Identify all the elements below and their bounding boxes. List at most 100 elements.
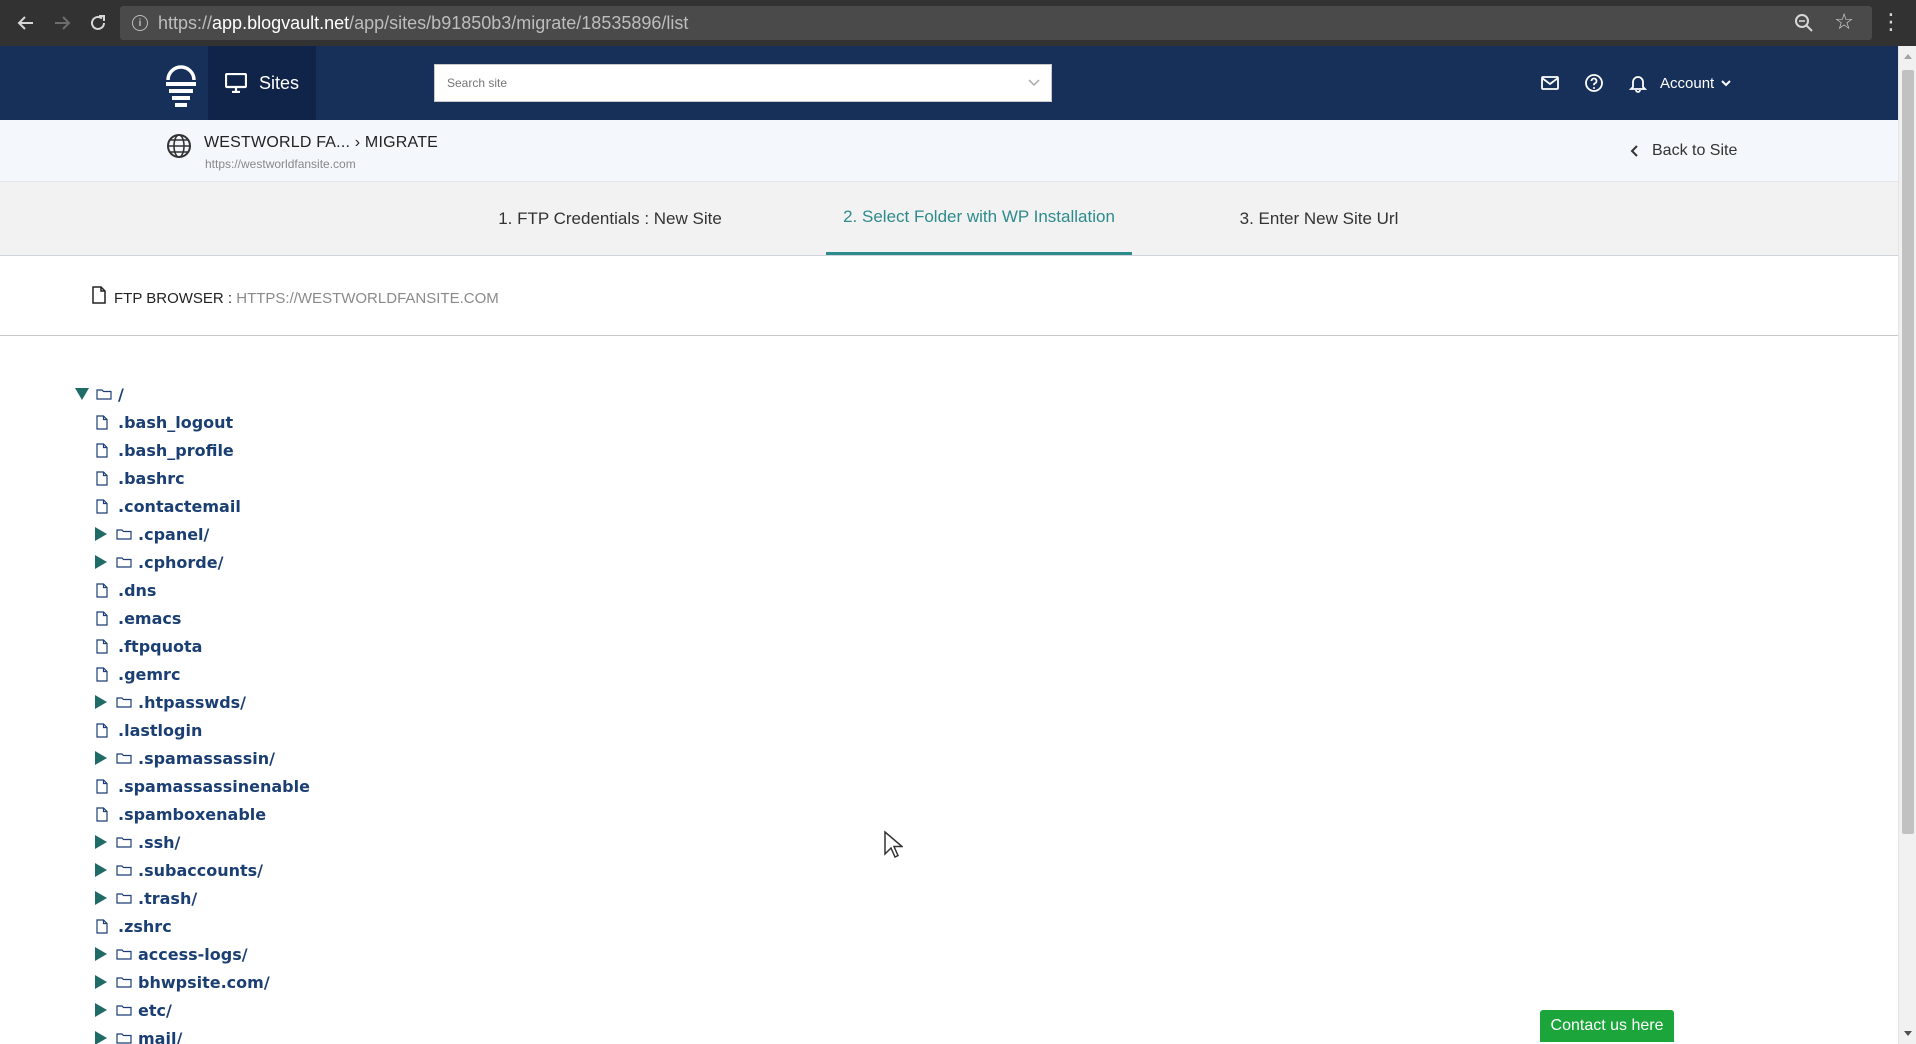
tree-item-name[interactable]: .lastlogin (118, 721, 202, 740)
address-bar[interactable]: i https://app.blogvault.net/app/sites/b9… (120, 6, 1872, 40)
collapsed-triangle-icon[interactable] (94, 750, 110, 766)
tree-file-row[interactable]: .zshrc (96, 914, 172, 938)
collapsed-triangle-icon[interactable] (94, 946, 110, 962)
tree-item-name[interactable]: .bash_logout (118, 413, 233, 432)
chevron-down-icon (1721, 80, 1731, 87)
tree-file-row[interactable]: .gemrc (96, 662, 180, 686)
tree-folder-row[interactable]: .ssh/ (94, 830, 180, 854)
tree-item-name[interactable]: .spamassassinenable (118, 777, 310, 796)
zoom-icon[interactable] (1794, 13, 1814, 33)
account-menu[interactable]: Account (1660, 75, 1732, 92)
tree-folder-row[interactable]: etc/ (94, 998, 172, 1022)
tree-folder-row[interactable]: mail/ (94, 1026, 182, 1044)
tree-item-name[interactable]: .ssh/ (138, 833, 180, 852)
breadcrumb: WESTWORLD FA... › MIGRATE https://westwo… (0, 120, 1898, 182)
tree-root-name[interactable]: / (118, 385, 124, 404)
tree-item-name[interactable]: .zshrc (118, 917, 172, 936)
forward-arrow-icon[interactable] (46, 7, 78, 39)
bookmark-star-icon[interactable]: ☆ (1834, 9, 1854, 35)
tree-item-name[interactable]: .contactemail (118, 497, 241, 516)
tree-item-name[interactable]: bhwpsite.com/ (138, 973, 270, 992)
collapsed-triangle-icon[interactable] (94, 1030, 110, 1044)
url-text[interactable]: https://app.blogvault.net/app/sites/b918… (158, 13, 688, 34)
tree-file-row[interactable]: .emacs (96, 606, 181, 630)
search-input[interactable] (435, 65, 995, 101)
tree-file-row[interactable]: .bash_profile (96, 438, 234, 462)
tree-item-name[interactable]: .bash_profile (118, 441, 234, 460)
tree-item-name[interactable]: mail/ (138, 1029, 182, 1044)
step-ftp-credentials[interactable]: 1. FTP Credentials : New Site (480, 182, 740, 255)
tree-item-name[interactable]: .spamassassin/ (138, 749, 275, 768)
step-select-folder[interactable]: 2. Select Folder with WP Installation (826, 182, 1132, 255)
tree-root[interactable]: / (74, 382, 124, 406)
account-label: Account (1660, 74, 1715, 92)
collapsed-triangle-icon[interactable] (94, 834, 110, 850)
tree-folder-row[interactable]: bhwpsite.com/ (94, 970, 270, 994)
collapsed-triangle-icon[interactable] (94, 694, 110, 710)
blogvault-logo-icon[interactable] (160, 58, 202, 108)
ftp-browser-header: FTP BROWSER : HTTPS://WESTWORLDFANSITE.C… (0, 256, 1898, 336)
chevron-left-icon (1630, 145, 1638, 157)
tree-item-name[interactable]: .emacs (118, 609, 181, 628)
sites-nav-tab[interactable]: Sites (208, 46, 316, 120)
collapsed-triangle-icon[interactable] (94, 862, 110, 878)
ftp-file-tree: / .bash_logout .bash_profile .bashrc .conta… (0, 336, 1898, 1044)
step-enter-new-site-url[interactable]: 3. Enter New Site Url (1212, 182, 1426, 255)
back-to-site-link[interactable]: Back to Site (1630, 142, 1737, 160)
tree-item-name[interactable]: .cphorde/ (138, 553, 223, 572)
tree-folder-row[interactable]: .cpanel/ (94, 522, 209, 546)
collapsed-triangle-icon[interactable] (94, 526, 110, 542)
scrollbar-thumb[interactable] (1902, 70, 1914, 834)
back-arrow-icon[interactable] (10, 7, 42, 39)
file-icon (96, 806, 112, 822)
browser-menu-icon[interactable]: ⋮ (1880, 10, 1902, 34)
reload-icon[interactable] (82, 7, 114, 39)
chevron-down-icon[interactable] (1027, 75, 1041, 89)
tree-file-row[interactable]: .spamboxenable (96, 802, 266, 826)
tree-file-row[interactable]: .bash_logout (96, 410, 233, 434)
tree-folder-row[interactable]: .cphorde/ (94, 550, 223, 574)
contact-us-button[interactable]: Contact us here (1540, 1010, 1674, 1042)
tree-item-name[interactable]: .trash/ (138, 889, 197, 908)
collapsed-triangle-icon[interactable] (94, 890, 110, 906)
tree-folder-row[interactable]: .htpasswds/ (94, 690, 246, 714)
tree-file-row[interactable]: .ftpquota (96, 634, 202, 658)
tree-file-row[interactable]: .spamassassinenable (96, 774, 310, 798)
migration-steps: 1. FTP Credentials : New Site 2. Select … (0, 182, 1898, 256)
file-icon (96, 414, 112, 430)
breadcrumb-title[interactable]: WESTWORLD FA... › MIGRATE (204, 134, 438, 152)
bell-icon[interactable] (1628, 73, 1648, 93)
info-icon[interactable]: i (132, 15, 148, 31)
tree-folder-row[interactable]: .spamassassin/ (94, 746, 275, 770)
tree-file-row[interactable]: .dns (96, 578, 156, 602)
tree-item-name[interactable]: .ftpquota (118, 637, 202, 656)
tree-item-name[interactable]: .subaccounts/ (138, 861, 263, 880)
scroll-down-icon[interactable] (1903, 1030, 1913, 1038)
collapsed-triangle-icon[interactable] (94, 554, 110, 570)
collapsed-triangle-icon[interactable] (94, 974, 110, 990)
tree-folder-row[interactable]: .trash/ (94, 886, 197, 910)
tree-item-name[interactable]: .dns (118, 581, 156, 600)
tree-file-row[interactable]: .contactemail (96, 494, 241, 518)
folder-icon (116, 974, 132, 990)
tree-folder-row[interactable]: access-logs/ (94, 942, 248, 966)
page-scrollbar[interactable] (1898, 46, 1916, 1044)
help-icon[interactable] (1584, 73, 1604, 93)
mail-icon[interactable] (1540, 73, 1560, 93)
tree-item-name[interactable]: .bashrc (118, 469, 185, 488)
collapsed-triangle-icon[interactable] (94, 1002, 110, 1018)
expanded-triangle-icon[interactable] (74, 386, 90, 402)
tree-file-row[interactable]: .bashrc (96, 466, 185, 490)
app-header: Sites Account (0, 46, 1898, 120)
tree-item-name[interactable]: .htpasswds/ (138, 693, 246, 712)
folder-icon (96, 386, 112, 402)
site-search[interactable] (434, 64, 1052, 102)
tree-file-row[interactable]: .lastlogin (96, 718, 202, 742)
tree-item-name[interactable]: .spamboxenable (118, 805, 266, 824)
tree-item-name[interactable]: etc/ (138, 1001, 172, 1020)
tree-item-name[interactable]: access-logs/ (138, 945, 248, 964)
tree-item-name[interactable]: .gemrc (118, 665, 180, 684)
scroll-up-icon[interactable] (1903, 52, 1913, 60)
tree-folder-row[interactable]: .subaccounts/ (94, 858, 263, 882)
tree-item-name[interactable]: .cpanel/ (138, 525, 209, 544)
